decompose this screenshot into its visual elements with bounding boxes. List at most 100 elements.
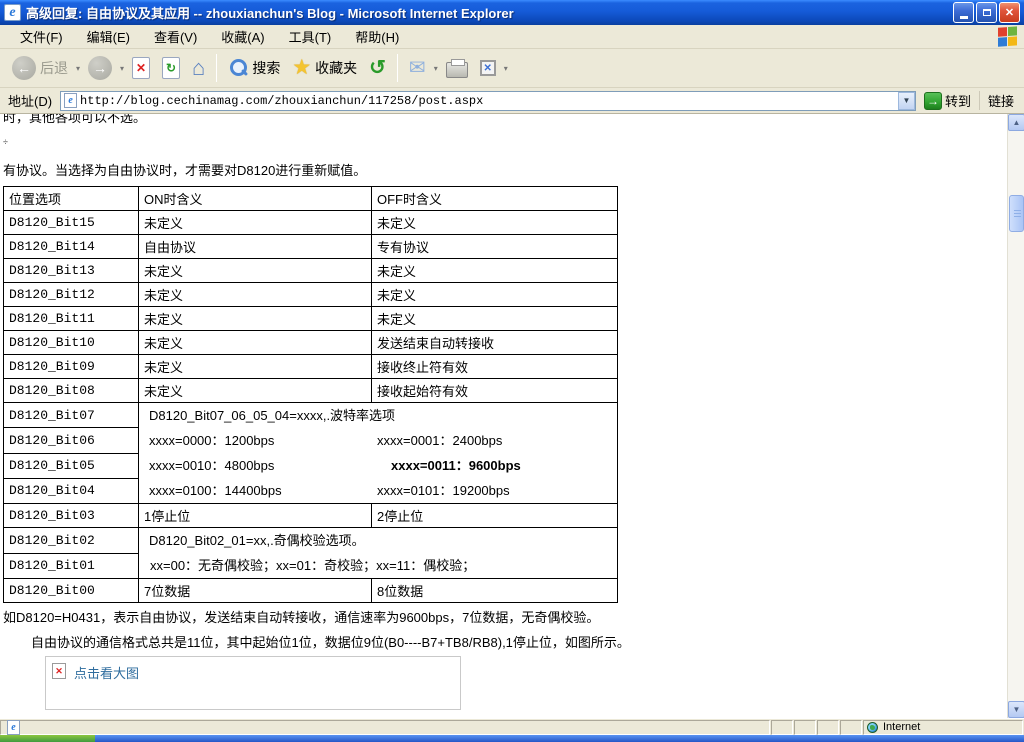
on-cell: 未定义 <box>139 379 372 403</box>
off-cell: 接收终止符有效 <box>372 355 618 379</box>
mail-dropdown-icon[interactable]: ▾ <box>432 64 440 73</box>
summary-line: 如D8120=H0431，表示自由协议，发送结束自动转接收，通信速率为9600b… <box>3 607 1007 626</box>
off-cell: 2停止位 <box>372 504 618 528</box>
table-row: D8120_Bit02 D8120_Bit02_01=xx,.奇偶校验选项。 x… <box>4 528 618 554</box>
menu-item-tools[interactable]: 工具(T) <box>277 24 344 49</box>
home-button[interactable]: ⌂ <box>186 52 211 84</box>
address-dropdown-icon[interactable]: ▼ <box>898 92 915 110</box>
bit-cell: D8120_Bit04 <box>4 478 139 503</box>
status-page-icon: e <box>7 720 20 735</box>
broken-image-icon: ✕ <box>52 663 66 679</box>
address-input[interactable] <box>80 93 898 109</box>
favorites-label: 收藏夹 <box>315 58 357 78</box>
close-button[interactable]: ✕ <box>999 2 1020 23</box>
address-input-wrap: e ▼ <box>60 91 916 111</box>
taskbar[interactable] <box>0 735 1024 742</box>
window-title: 高级回复: 自由协议及其应用 -- zhouxianchun's Blog - … <box>26 3 953 22</box>
page-content: 时，其他各项可以不选。 ÷ 有协议。当选择为自由协议时，才需要对D8120进行重… <box>0 114 1007 718</box>
off-cell: 专有协议 <box>372 235 618 259</box>
edit-dropdown-icon[interactable]: ▾ <box>502 64 510 73</box>
off-cell: 未定义 <box>372 259 618 283</box>
restore-button[interactable] <box>976 2 997 23</box>
table-row: D8120_Bit00 7位数据 8位数据 <box>4 579 618 603</box>
menu-item-view[interactable]: 查看(V) <box>142 24 209 49</box>
status-main-pane: e <box>0 720 770 735</box>
baud-option: xxxx=0001：2400bps <box>377 428 502 453</box>
history-icon: ↺ <box>369 58 386 78</box>
header-cell: OFF时含义 <box>372 187 618 211</box>
print-button[interactable] <box>440 52 474 84</box>
history-button[interactable]: ↺ <box>363 52 392 84</box>
toolbar: ← 后退 ▾ → ▾ ✕ ↻ ⌂ 搜索 ★ 收藏夹 ↺ ✉ ▾ ✕ ▾ <box>0 49 1024 88</box>
refresh-button[interactable]: ↻ <box>156 52 186 84</box>
off-cell: 接收起始符有效 <box>372 379 618 403</box>
print-icon <box>446 62 468 78</box>
forward-button[interactable]: → <box>82 52 118 84</box>
intro-line: 有协议。当选择为自由协议时，才需要对D8120进行重新赋值。 <box>3 160 1007 179</box>
table-row: D8120_Bit12 未定义 未定义 <box>4 283 618 307</box>
bit-cell: D8120_Bit14 <box>4 235 139 259</box>
address-bar: 地址(D) e ▼ → 转到 链接 <box>0 88 1024 114</box>
table-row: D8120_Bit09 未定义 接收终止符有效 <box>4 355 618 379</box>
minimize-button[interactable] <box>953 2 974 23</box>
search-button[interactable]: 搜索 <box>222 52 286 84</box>
status-pane <box>794 720 816 735</box>
menu-item-edit[interactable]: 编辑(E) <box>75 24 142 49</box>
on-cell: 未定义 <box>139 259 372 283</box>
bit-cell: D8120_Bit03 <box>4 504 139 528</box>
parity-merged-cell: D8120_Bit02_01=xx,.奇偶校验选项。 xx=00：无奇偶校验；x… <box>139 528 618 579</box>
baud-option-selected: xxxx=0011：9600bps <box>377 453 521 478</box>
back-button[interactable]: ← 后退 <box>6 52 74 84</box>
on-cell: 自由协议 <box>139 235 372 259</box>
status-pane <box>817 720 839 735</box>
back-icon: ← <box>12 56 36 80</box>
baud-title-line: D8120_Bit07_06_05_04=xxxx,.波特率选项 <box>144 403 612 428</box>
table-row: D8120_Bit14 自由协议 专有协议 <box>4 235 618 259</box>
bit-cell: D8120_Bit06 <box>4 428 139 453</box>
bit-cell: D8120_Bit11 <box>4 307 139 331</box>
format-line: 自由协议的通信格式总共是11位，其中起始位1位，数据位9位(B0----B7+T… <box>3 632 1007 651</box>
bit-cell: D8120_Bit00 <box>4 579 139 603</box>
stop-button[interactable]: ✕ <box>126 52 156 84</box>
bit-cell: D8120_Bit10 <box>4 331 139 355</box>
minimize-icon <box>960 16 968 19</box>
scroll-up-icon[interactable]: ▲ <box>1008 114 1024 131</box>
mail-button[interactable]: ✉ <box>403 52 432 84</box>
menu-item-help[interactable]: 帮助(H) <box>343 24 411 49</box>
forward-dropdown-icon[interactable]: ▾ <box>118 64 126 73</box>
bit-cell: D8120_Bit08 <box>4 379 139 403</box>
links-label[interactable]: 链接 <box>979 91 1020 110</box>
go-button[interactable]: → 转到 <box>920 90 975 111</box>
vertical-scrollbar[interactable]: ▲ ▼ <box>1007 114 1024 718</box>
table-row: D8120_Bit10 未定义 发送结束自动转接收 <box>4 331 618 355</box>
table-row: D8120_Bit03 1停止位 2停止位 <box>4 504 618 528</box>
back-label: 后退 <box>40 58 68 78</box>
bit-cell: D8120_Bit09 <box>4 355 139 379</box>
off-cell: 8位数据 <box>372 579 618 603</box>
broken-image-caption[interactable]: 点击看大图 <box>74 663 139 682</box>
menu-item-file[interactable]: 文件(F) <box>8 24 75 49</box>
clipped-top-line: 时，其他各项可以不选。 <box>3 114 1007 126</box>
back-dropdown-icon[interactable]: ▾ <box>74 64 82 73</box>
d8120-bits-table: 位置选项 ON时含义 OFF时含义 D8120_Bit15 未定义 未定义 D8… <box>3 186 618 603</box>
favorites-button[interactable]: ★ 收藏夹 <box>286 52 363 84</box>
bit-cell: D8120_Bit13 <box>4 259 139 283</box>
table-row: D8120_Bit08 未定义 接收起始符有效 <box>4 379 618 403</box>
broken-image-box[interactable]: ✕ 点击看大图 <box>45 656 461 710</box>
off-cell: 未定义 <box>372 211 618 235</box>
baud-line: xxxx=0000：1200bps xxxx=0001：2400bps <box>144 428 612 453</box>
scrollbar-thumb[interactable] <box>1009 195 1024 232</box>
edit-button[interactable]: ✕ <box>474 52 502 84</box>
status-zone-pane: Internet <box>863 720 1023 735</box>
internet-globe-icon <box>867 722 878 733</box>
start-button[interactable] <box>0 735 95 742</box>
refresh-icon: ↻ <box>162 57 180 79</box>
bit-cell: D8120_Bit05 <box>4 453 139 478</box>
title-bar: e 高级回复: 自由协议及其应用 -- zhouxianchun's Blog … <box>0 0 1024 25</box>
scroll-down-icon[interactable]: ▼ <box>1008 701 1024 718</box>
baud-option: xxxx=0000：1200bps <box>149 428 377 453</box>
table-row: D8120_Bit07 D8120_Bit07_06_05_04=xxxx,.波… <box>4 403 618 428</box>
menu-item-favorites[interactable]: 收藏(A) <box>209 24 276 49</box>
page-icon: e <box>64 93 77 108</box>
favorites-star-icon: ★ <box>292 58 311 78</box>
